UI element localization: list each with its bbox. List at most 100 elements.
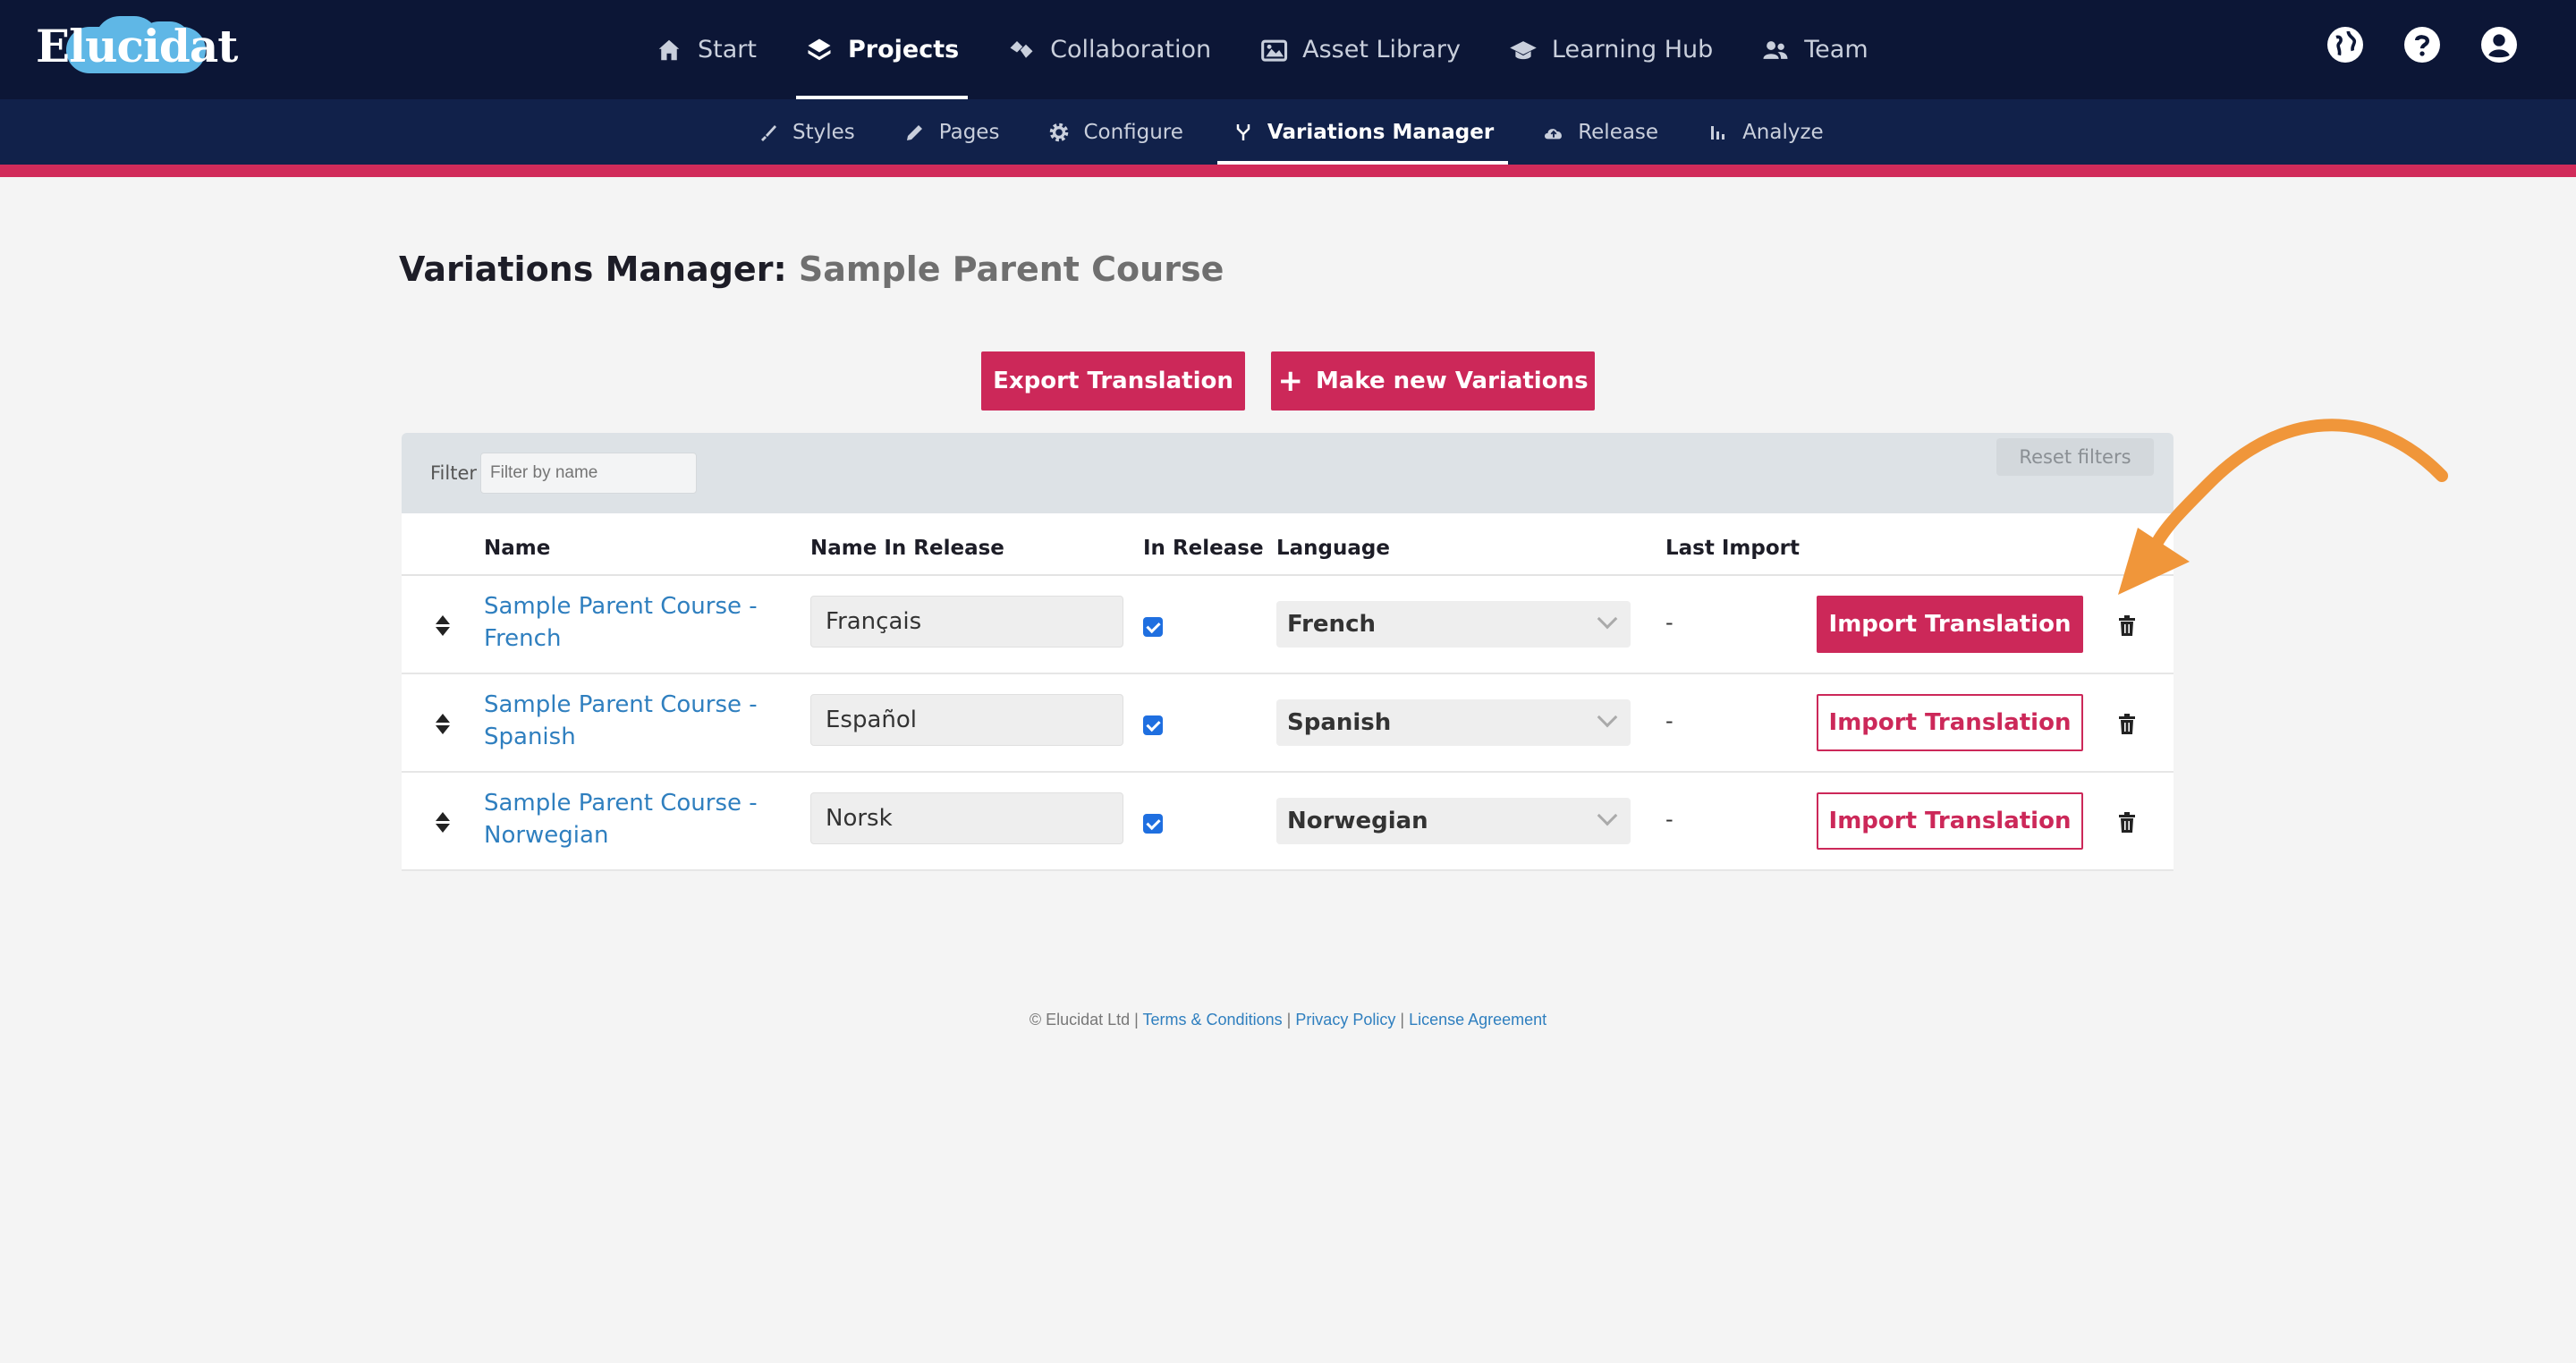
user-account-icon[interactable] (2481, 27, 2517, 63)
import-translation-button[interactable]: Import Translation (1817, 694, 2083, 751)
subnav-item-analyze[interactable]: Analyze (1692, 99, 1838, 165)
globe-icon[interactable] (2327, 27, 2363, 63)
name-in-release-input[interactable]: Français (810, 596, 1123, 648)
graduation-cap-icon (1509, 36, 1538, 64)
language-select[interactable]: Norwegian (1276, 798, 1631, 844)
variations-table: Name Name In Release In Release Language… (402, 513, 2174, 871)
chevron-down-icon (1597, 805, 1618, 826)
subnav-item-label: Configure (1083, 120, 1183, 144)
gear-icon (1047, 121, 1071, 144)
nav-item-asset-library[interactable]: Asset Library (1240, 0, 1480, 99)
license-link[interactable]: License Agreement (1409, 1011, 1546, 1029)
brush-icon (757, 121, 780, 144)
variation-name-link[interactable]: Sample Parent Course - French (484, 590, 779, 655)
filter-label: Filter (430, 462, 478, 484)
language-value: Norwegian (1287, 808, 1428, 834)
nav-item-projects[interactable]: Projects (785, 0, 979, 99)
footer-separator: | (1134, 1011, 1139, 1029)
last-import-value: - (1665, 708, 1674, 733)
import-translation-label: Import Translation (1828, 709, 2072, 736)
images-icon (1259, 36, 1288, 64)
header-name[interactable]: Name (484, 537, 550, 560)
privacy-link[interactable]: Privacy Policy (1295, 1011, 1395, 1029)
in-release-checkbox[interactable] (1143, 715, 1163, 735)
nav-item-team[interactable]: Team (1741, 0, 1887, 99)
import-translation-label: Import Translation (1828, 808, 2072, 834)
elucidat-logo[interactable]: Elucidat (32, 16, 238, 79)
nav-item-label: Start (698, 36, 757, 63)
in-release-checkbox[interactable] (1143, 814, 1163, 834)
footer-separator: | (1400, 1011, 1405, 1029)
filter-bar: Filter Reset filters (402, 433, 2174, 513)
chevron-down-icon (1597, 608, 1618, 630)
layers-icon (805, 36, 834, 64)
nav-item-learning-hub[interactable]: Learning Hub (1489, 0, 1733, 99)
language-select[interactable]: Spanish (1276, 699, 1631, 746)
drag-sort-icon[interactable] (434, 714, 452, 735)
home-icon (655, 36, 683, 64)
sub-navigation-bar: Styles Pages Configure Variations Manage… (0, 99, 2576, 165)
make-new-variations-button[interactable]: + Make new Variations (1271, 351, 1595, 411)
variation-name-link[interactable]: Sample Parent Course - Spanish (484, 689, 779, 753)
name-in-release-input[interactable]: Norsk (810, 792, 1123, 844)
subnav-item-styles[interactable]: Styles (742, 99, 869, 165)
header-language[interactable]: Language (1276, 537, 1390, 560)
table-row: Sample Parent Course - Norwegian Norsk N… (402, 773, 2174, 871)
trash-icon[interactable] (2118, 812, 2136, 834)
fork-icon (1232, 121, 1255, 144)
logo-text: Elucidat (36, 20, 238, 72)
table-header: Name Name In Release In Release Language… (402, 513, 2174, 576)
nav-item-label: Learning Hub (1551, 36, 1714, 63)
nav-item-label: Team (1804, 36, 1868, 63)
terms-link[interactable]: Terms & Conditions (1143, 1011, 1283, 1029)
subnav-item-variations-manager[interactable]: Variations Manager (1216, 99, 1509, 165)
main-nav: Start Projects Collaboration Asset Libra… (635, 0, 1897, 99)
language-value: French (1287, 611, 1376, 638)
variation-name-link[interactable]: Sample Parent Course - Norwegian (484, 787, 779, 851)
nav-item-collaboration[interactable]: Collaboration (987, 0, 1231, 99)
users-icon (1761, 36, 1790, 64)
footer: © Elucidat Ltd | Terms & Conditions | Pr… (0, 1011, 2576, 1029)
page-title-course: Sample Parent Course (798, 250, 1224, 289)
page-title-prefix: Variations Manager: (399, 250, 787, 289)
cloud-upload-icon (1542, 121, 1565, 144)
last-import-value: - (1665, 807, 1674, 832)
trash-icon[interactable] (2118, 714, 2136, 735)
export-translation-button[interactable]: Export Translation (981, 351, 1245, 411)
header-last-import[interactable]: Last Import (1665, 537, 1800, 560)
table-row: Sample Parent Course - Spanish Español S… (402, 674, 2174, 773)
pencil-icon (903, 121, 927, 144)
filter-input[interactable] (480, 453, 697, 494)
header-name-in-release[interactable]: Name In Release (810, 537, 1004, 560)
plus-icon: + (1277, 363, 1303, 399)
sub-nav: Styles Pages Configure Variations Manage… (742, 99, 1858, 165)
export-translation-label: Export Translation (993, 368, 1233, 394)
language-select[interactable]: French (1276, 601, 1631, 648)
bar-chart-icon (1707, 121, 1730, 144)
header-in-release[interactable]: In Release (1143, 537, 1264, 560)
subnav-item-pages[interactable]: Pages (889, 99, 1014, 165)
top-right-icons (2327, 27, 2517, 63)
name-in-release-input[interactable]: Español (810, 694, 1123, 746)
nav-item-label: Asset Library (1302, 36, 1461, 63)
page-title: Variations Manager: Sample Parent Course (399, 250, 1224, 289)
subnav-item-label: Pages (938, 120, 1000, 144)
nav-item-label: Collaboration (1050, 36, 1212, 63)
subnav-item-configure[interactable]: Configure (1033, 99, 1197, 165)
subnav-item-label: Release (1578, 120, 1659, 144)
help-icon[interactable] (2404, 27, 2440, 63)
drag-sort-icon[interactable] (434, 615, 452, 637)
subnav-item-release[interactable]: Release (1528, 99, 1673, 165)
top-navigation-bar: Elucidat Start Projects Collaboration As… (0, 0, 2576, 99)
in-release-checkbox[interactable] (1143, 617, 1163, 637)
drag-sort-icon[interactable] (434, 812, 452, 834)
footer-copyright: © Elucidat Ltd (1029, 1011, 1131, 1029)
make-new-variations-label: Make new Variations (1315, 368, 1589, 394)
import-translation-button[interactable]: Import Translation (1817, 792, 2083, 850)
handshake-icon (1007, 36, 1036, 64)
subnav-item-label: Styles (792, 120, 855, 144)
last-import-value: - (1665, 610, 1674, 635)
footer-separator: | (1286, 1011, 1292, 1029)
subnav-item-label: Analyze (1742, 120, 1824, 144)
nav-item-start[interactable]: Start (635, 0, 776, 99)
